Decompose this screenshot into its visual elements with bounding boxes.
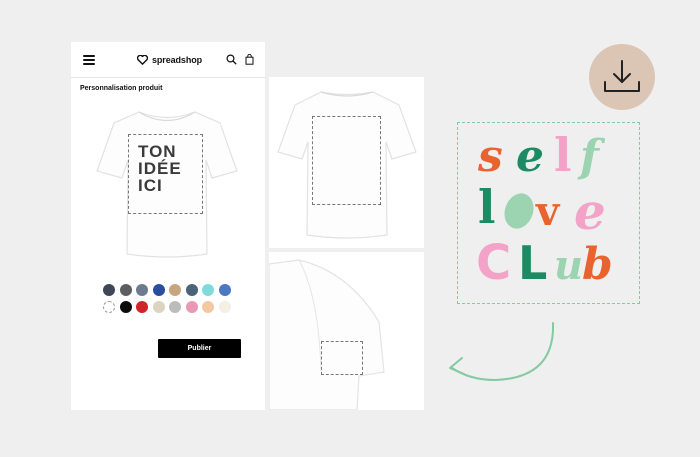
svg-text:l: l [554, 128, 571, 182]
svg-text:e: e [574, 182, 606, 241]
color-swatch[interactable] [103, 284, 115, 296]
tshirt-back-view [269, 77, 424, 248]
svg-text:l: l [478, 180, 495, 234]
svg-text:b: b [582, 239, 613, 290]
download-icon [604, 60, 640, 92]
curved-arrow-icon [449, 322, 555, 382]
download-button[interactable] [589, 44, 655, 110]
mobile-product-editor: spreadshop Personnalisation produit TON … [71, 42, 265, 410]
color-swatch[interactable] [119, 300, 132, 313]
svg-text:e: e [516, 131, 544, 182]
color-swatch[interactable] [218, 284, 231, 296]
color-swatch[interactable] [152, 284, 165, 296]
color-swatch[interactable] [218, 300, 231, 313]
svg-text:u: u [554, 242, 583, 289]
color-swatch[interactable] [152, 300, 165, 313]
page-title: Personnalisation produit [80, 85, 163, 92]
color-swatch[interactable] [169, 300, 181, 313]
color-swatch[interactable] [103, 300, 115, 313]
spreadshop-logo[interactable]: spreadshop [137, 53, 202, 67]
sleeve-print-area[interactable] [321, 341, 363, 375]
color-swatch[interactable] [136, 300, 148, 313]
design-artwork-frame[interactable]: s e l f l v e C L u b [457, 122, 640, 304]
shopping-bag-icon[interactable] [245, 54, 254, 65]
tshirt-side-image [269, 259, 385, 410]
color-swatch[interactable] [169, 284, 181, 296]
color-swatch[interactable] [185, 284, 198, 296]
publish-button[interactable]: Publier [158, 339, 241, 358]
tshirt-sleeve-view [269, 252, 424, 410]
color-swatch[interactable] [136, 284, 148, 296]
color-swatch[interactable] [202, 300, 214, 313]
menu-icon[interactable] [83, 55, 95, 65]
svg-text:v: v [535, 188, 561, 235]
back-print-area[interactable] [312, 116, 381, 205]
logo-text: spreadshop [152, 55, 203, 65]
search-icon[interactable] [226, 54, 237, 65]
color-swatches [103, 284, 231, 313]
placeholder-design-text: TON IDÉE ICI [138, 142, 182, 195]
self-love-club-artwork: s e l f l v e C L u b [476, 128, 613, 291]
color-swatch[interactable] [119, 284, 132, 296]
color-swatch[interactable] [202, 284, 214, 296]
svg-text:L: L [518, 236, 547, 290]
app-header: spreadshop [71, 42, 265, 78]
color-swatch[interactable] [185, 300, 198, 313]
svg-text:s: s [477, 131, 503, 182]
svg-text:f: f [577, 131, 606, 182]
heart-logo-icon [137, 55, 148, 65]
svg-text:C: C [476, 235, 511, 291]
